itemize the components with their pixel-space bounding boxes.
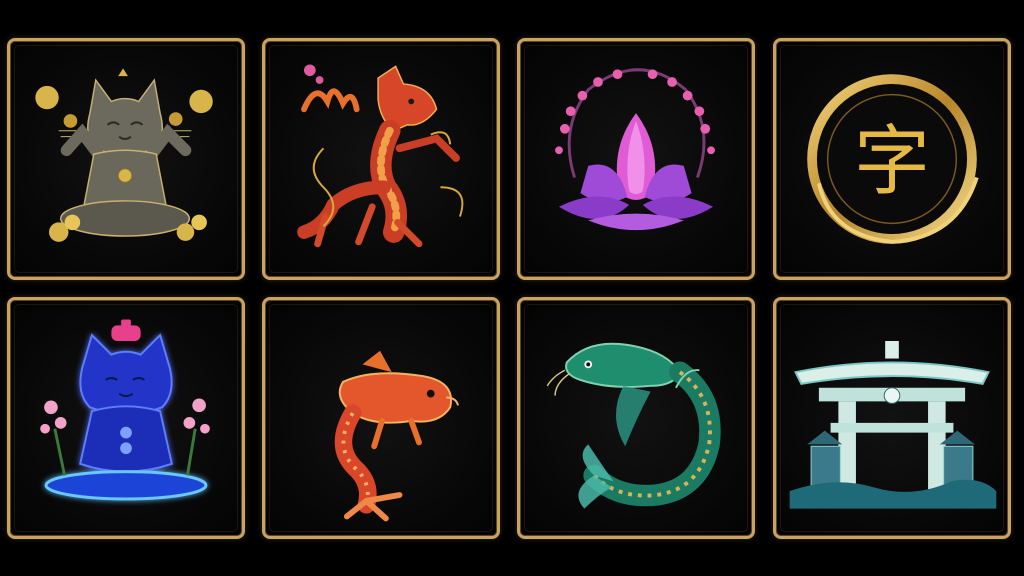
red-koi-fish-icon xyxy=(334,350,459,522)
ring-character: 字 xyxy=(854,116,930,205)
tile-board: 字 xyxy=(0,0,1024,576)
tile-red-koi[interactable] xyxy=(262,297,500,539)
torii-gate-icon xyxy=(789,340,997,509)
dragon-icon xyxy=(297,64,464,248)
green-koi-fish-icon xyxy=(546,342,721,509)
tile-maneki-cat[interactable] xyxy=(7,38,245,280)
neon-blue-cat-icon xyxy=(40,319,210,501)
lotus-icon xyxy=(555,68,715,231)
tile-golden-ring[interactable]: 字 xyxy=(773,38,1011,280)
tile-dragon[interactable] xyxy=(262,38,500,280)
tile-lotus[interactable] xyxy=(517,38,755,280)
tile-green-koi[interactable] xyxy=(517,297,755,539)
tile-torii-gate[interactable] xyxy=(773,297,1011,539)
tile-neon-cat[interactable] xyxy=(7,297,245,539)
golden-ring-character-icon: 字 xyxy=(807,74,979,244)
maneki-cat-icon xyxy=(35,68,213,242)
